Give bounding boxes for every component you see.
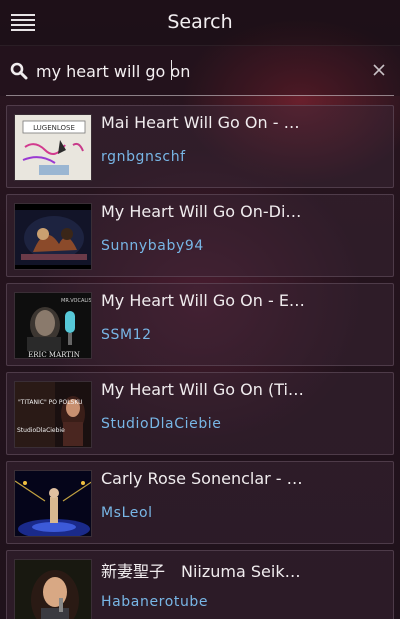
- app-header: Search: [0, 0, 400, 46]
- result-title: Mai Heart Will Go On - …: [101, 113, 300, 132]
- page-title: Search: [167, 11, 233, 33]
- result-item[interactable]: "TITANIC" PO POLSKU StudioDlaCiebie My H…: [6, 372, 394, 455]
- search-icon: [10, 62, 28, 80]
- video-thumbnail: [14, 470, 92, 537]
- svg-text:StudioDlaCiebie: StudioDlaCiebie: [17, 427, 65, 434]
- result-title: My Heart Will Go On-Di…: [101, 202, 302, 221]
- result-channel[interactable]: StudioDlaCiebie: [101, 416, 222, 432]
- search-input[interactable]: [36, 58, 356, 84]
- result-title: Carly Rose Sonenclar - …: [101, 469, 303, 488]
- thumb-caption: ERIC MARTIN: [28, 351, 80, 359]
- result-item[interactable]: Carly Rose Sonenclar - … MsLeol: [6, 461, 394, 544]
- video-thumbnail: [14, 203, 92, 270]
- result-channel[interactable]: rgnbgnschf: [101, 149, 186, 165]
- text-cursor: [171, 60, 172, 80]
- result-item[interactable]: MR.VOCALIST ERIC MARTIN My Heart Will Go…: [6, 283, 394, 366]
- thumb-caption: LUGENLOSE: [33, 124, 75, 132]
- result-item[interactable]: LUGENLOSE Mai Heart Will Go On - … rgnbg…: [6, 105, 394, 188]
- search-divider: [6, 95, 394, 96]
- result-title: My Heart Will Go On - E…: [101, 291, 305, 310]
- search-bar: [0, 46, 400, 96]
- result-item[interactable]: My Heart Will Go On-Di… Sunnybaby94: [6, 194, 394, 277]
- clear-icon[interactable]: [372, 63, 386, 77]
- result-item[interactable]: 新妻聖子 Niizuma Seik… Habanerotube: [6, 550, 394, 619]
- result-title: 新妻聖子 Niizuma Seik…: [101, 562, 301, 581]
- thumb-caption: "TITANIC" PO POLSKU: [18, 399, 83, 406]
- result-channel[interactable]: SSM12: [101, 327, 152, 343]
- svg-text:MR.VOCALIST: MR.VOCALIST: [61, 298, 92, 304]
- result-channel[interactable]: MsLeol: [101, 505, 153, 521]
- result-channel[interactable]: Habanerotube: [101, 594, 208, 610]
- video-thumbnail: MR.VOCALIST ERIC MARTIN: [14, 292, 92, 359]
- video-thumbnail: "TITANIC" PO POLSKU StudioDlaCiebie: [14, 381, 92, 448]
- result-title: My Heart Will Go On (Ti…: [101, 380, 304, 399]
- video-thumbnail: [14, 559, 92, 619]
- result-channel[interactable]: Sunnybaby94: [101, 238, 204, 254]
- video-thumbnail: LUGENLOSE: [14, 114, 92, 181]
